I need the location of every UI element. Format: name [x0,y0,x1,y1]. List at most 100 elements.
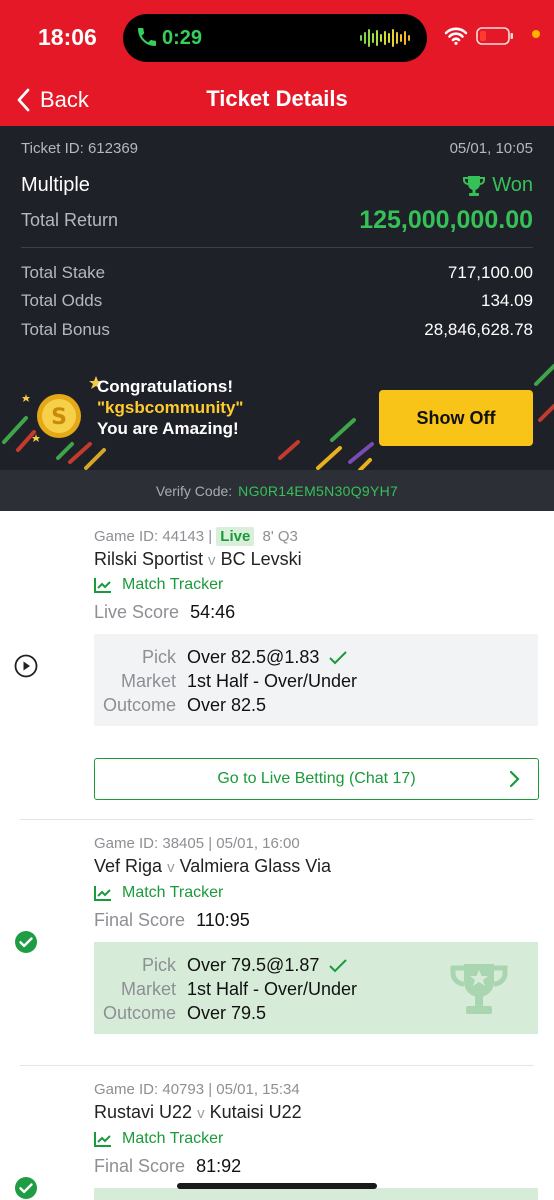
wifi-icon [444,27,468,45]
trophy-icon [463,175,486,196]
score-line: Live Score 54:46 [94,602,235,623]
congrats-text: Congratulations! "kgsbcommunity" You are… [97,376,243,439]
trend-chart-icon [94,578,111,593]
show-off-button[interactable]: Show Off [379,390,533,446]
total-return-label: Total Return [21,210,119,230]
score-line: Final Score 81:92 [94,1156,241,1177]
score-label: Final Score [94,910,186,930]
pick-details [94,1188,538,1200]
match-tracker-link[interactable]: Match Tracker [94,576,223,594]
pick-details: Pick Over 82.5@1.83 Market 1st Half - Ov… [94,634,538,726]
total-return-value: 125,000,000.00 [359,206,533,234]
audio-wave-icon [360,29,410,47]
home-team: Vef Riga [94,856,163,876]
score-value: 54:46 [190,602,236,622]
chevron-right-icon [509,770,520,788]
trophy-watermark-icon [450,964,508,1014]
coin-icon: S [37,394,81,438]
game-clock: 8' Q3 [262,528,298,545]
score-value: 110:95 [196,910,250,930]
match-tracker-link[interactable]: Match Tracker [94,1130,223,1148]
ticket-datetime: 05/01, 10:05 [449,140,533,157]
pick-value: Over 79.5@1.87 [187,955,320,975]
phone-icon [138,28,156,46]
game-teams: Vef Riga v Valmiera Glass Via [94,856,331,877]
total-stake-label: Total Stake [21,263,106,282]
check-circle-icon [15,1177,37,1199]
outcome-value: Over 79.5 [187,1003,267,1023]
away-team: BC Levski [220,549,302,569]
home-team: Rilski Sportist [94,549,204,569]
outcome-label: Outcome [102,695,176,715]
match-tracker-label: Match Tracker [122,884,224,901]
ticket-type: Multiple [21,174,90,196]
pick-details: Pick Over 79.5@1.87 Market 1st Half - Ov… [94,942,538,1034]
trend-chart-icon [94,1132,111,1147]
home-indicator[interactable] [177,1183,377,1189]
home-team: Rustavi U22 [94,1102,193,1122]
won-status: Won [462,174,533,197]
page-title: Ticket Details [206,86,348,111]
total-odds-label: Total Odds [21,291,103,310]
total-bonus-label: Total Bonus [21,320,110,339]
match-tracker-link[interactable]: Match Tracker [94,884,223,902]
pick-label: Pick [141,955,176,975]
market-value: 1st Half - Over/Under [187,979,358,999]
divider [20,819,534,820]
battery-icon [476,27,513,45]
congrats-banner: S Congratulations! "kgsbcommunity" You a… [0,358,554,470]
away-team: Kutaisi U22 [209,1102,302,1122]
privacy-indicator [532,30,540,38]
outcome-value: Over 82.5 [187,695,267,715]
score-line: Final Score 110:95 [94,910,250,931]
game-id: Game ID: 38405 | 05/01, 16:00 [94,835,300,852]
status-bar: 18:06 0:29 [0,0,554,76]
total-bonus-value: 28,846,628.78 [424,320,533,339]
check-circle-icon [15,931,37,953]
total-odds-value: 134.09 [481,291,533,310]
congrats-username: "kgsbcommunity" [97,398,244,417]
call-timer: 0:29 [162,27,203,49]
won-label: Won [492,174,533,196]
versus-label: v [208,552,216,569]
play-circle-icon[interactable] [14,654,38,678]
game-id: Game ID: 40793 | 05/01, 15:34 [94,1081,300,1098]
checkmark-icon [329,958,348,972]
outcome-label: Outcome [102,1003,176,1023]
game-teams: Rilski Sportist v BC Levski [94,549,302,570]
away-team: Valmiera Glass Via [179,856,331,876]
nav-bar: Back Ticket Details [0,76,554,126]
ticket-id: Ticket ID: 612369 [21,140,139,157]
score-value: 81:92 [196,1156,242,1176]
go-to-live-betting-button[interactable]: Go to Live Betting (Chat 17) [94,758,539,800]
checkmark-icon [329,650,348,664]
score-label: Live Score [94,602,180,622]
trend-chart-icon [94,886,111,901]
svg-text:S: S [51,405,67,430]
total-stake-value: 717,100.00 [447,263,533,282]
dynamic-island[interactable]: 0:29 [123,14,427,62]
market-value: 1st Half - Over/Under [187,671,358,691]
versus-label: v [197,1105,205,1122]
score-label: Final Score [94,1156,186,1176]
match-tracker-label: Match Tracker [122,1130,224,1147]
game-id: Game ID: 44143 | [94,528,213,545]
verify-code-label: Verify Code: [155,482,233,499]
verify-code-value[interactable]: NG0R14EM5N30Q9YH7 [238,483,398,499]
pick-value: Over 82.5@1.83 [187,647,320,667]
summary-divider [21,247,533,248]
game-teams: Rustavi U22 v Kutaisi U22 [94,1102,302,1123]
verify-code-bar: Verify Code: NG0R14EM5N30Q9YH7 [0,470,554,511]
clock: 18:06 [38,24,97,50]
divider [20,1065,534,1066]
congrats-line1: Congratulations! [97,377,233,396]
market-label: Market [120,671,176,691]
versus-label: v [167,859,175,876]
congrats-line3: You are Amazing! [97,419,239,438]
market-label: Market [120,979,176,999]
match-tracker-label: Match Tracker [122,576,224,593]
game-id-line: Game ID: 44143 | Live 8' Q3 [94,527,298,546]
live-badge: Live [216,527,255,546]
pick-label: Pick [141,647,176,667]
go-to-live-betting-label: Go to Live Betting (Chat 17) [217,770,416,787]
